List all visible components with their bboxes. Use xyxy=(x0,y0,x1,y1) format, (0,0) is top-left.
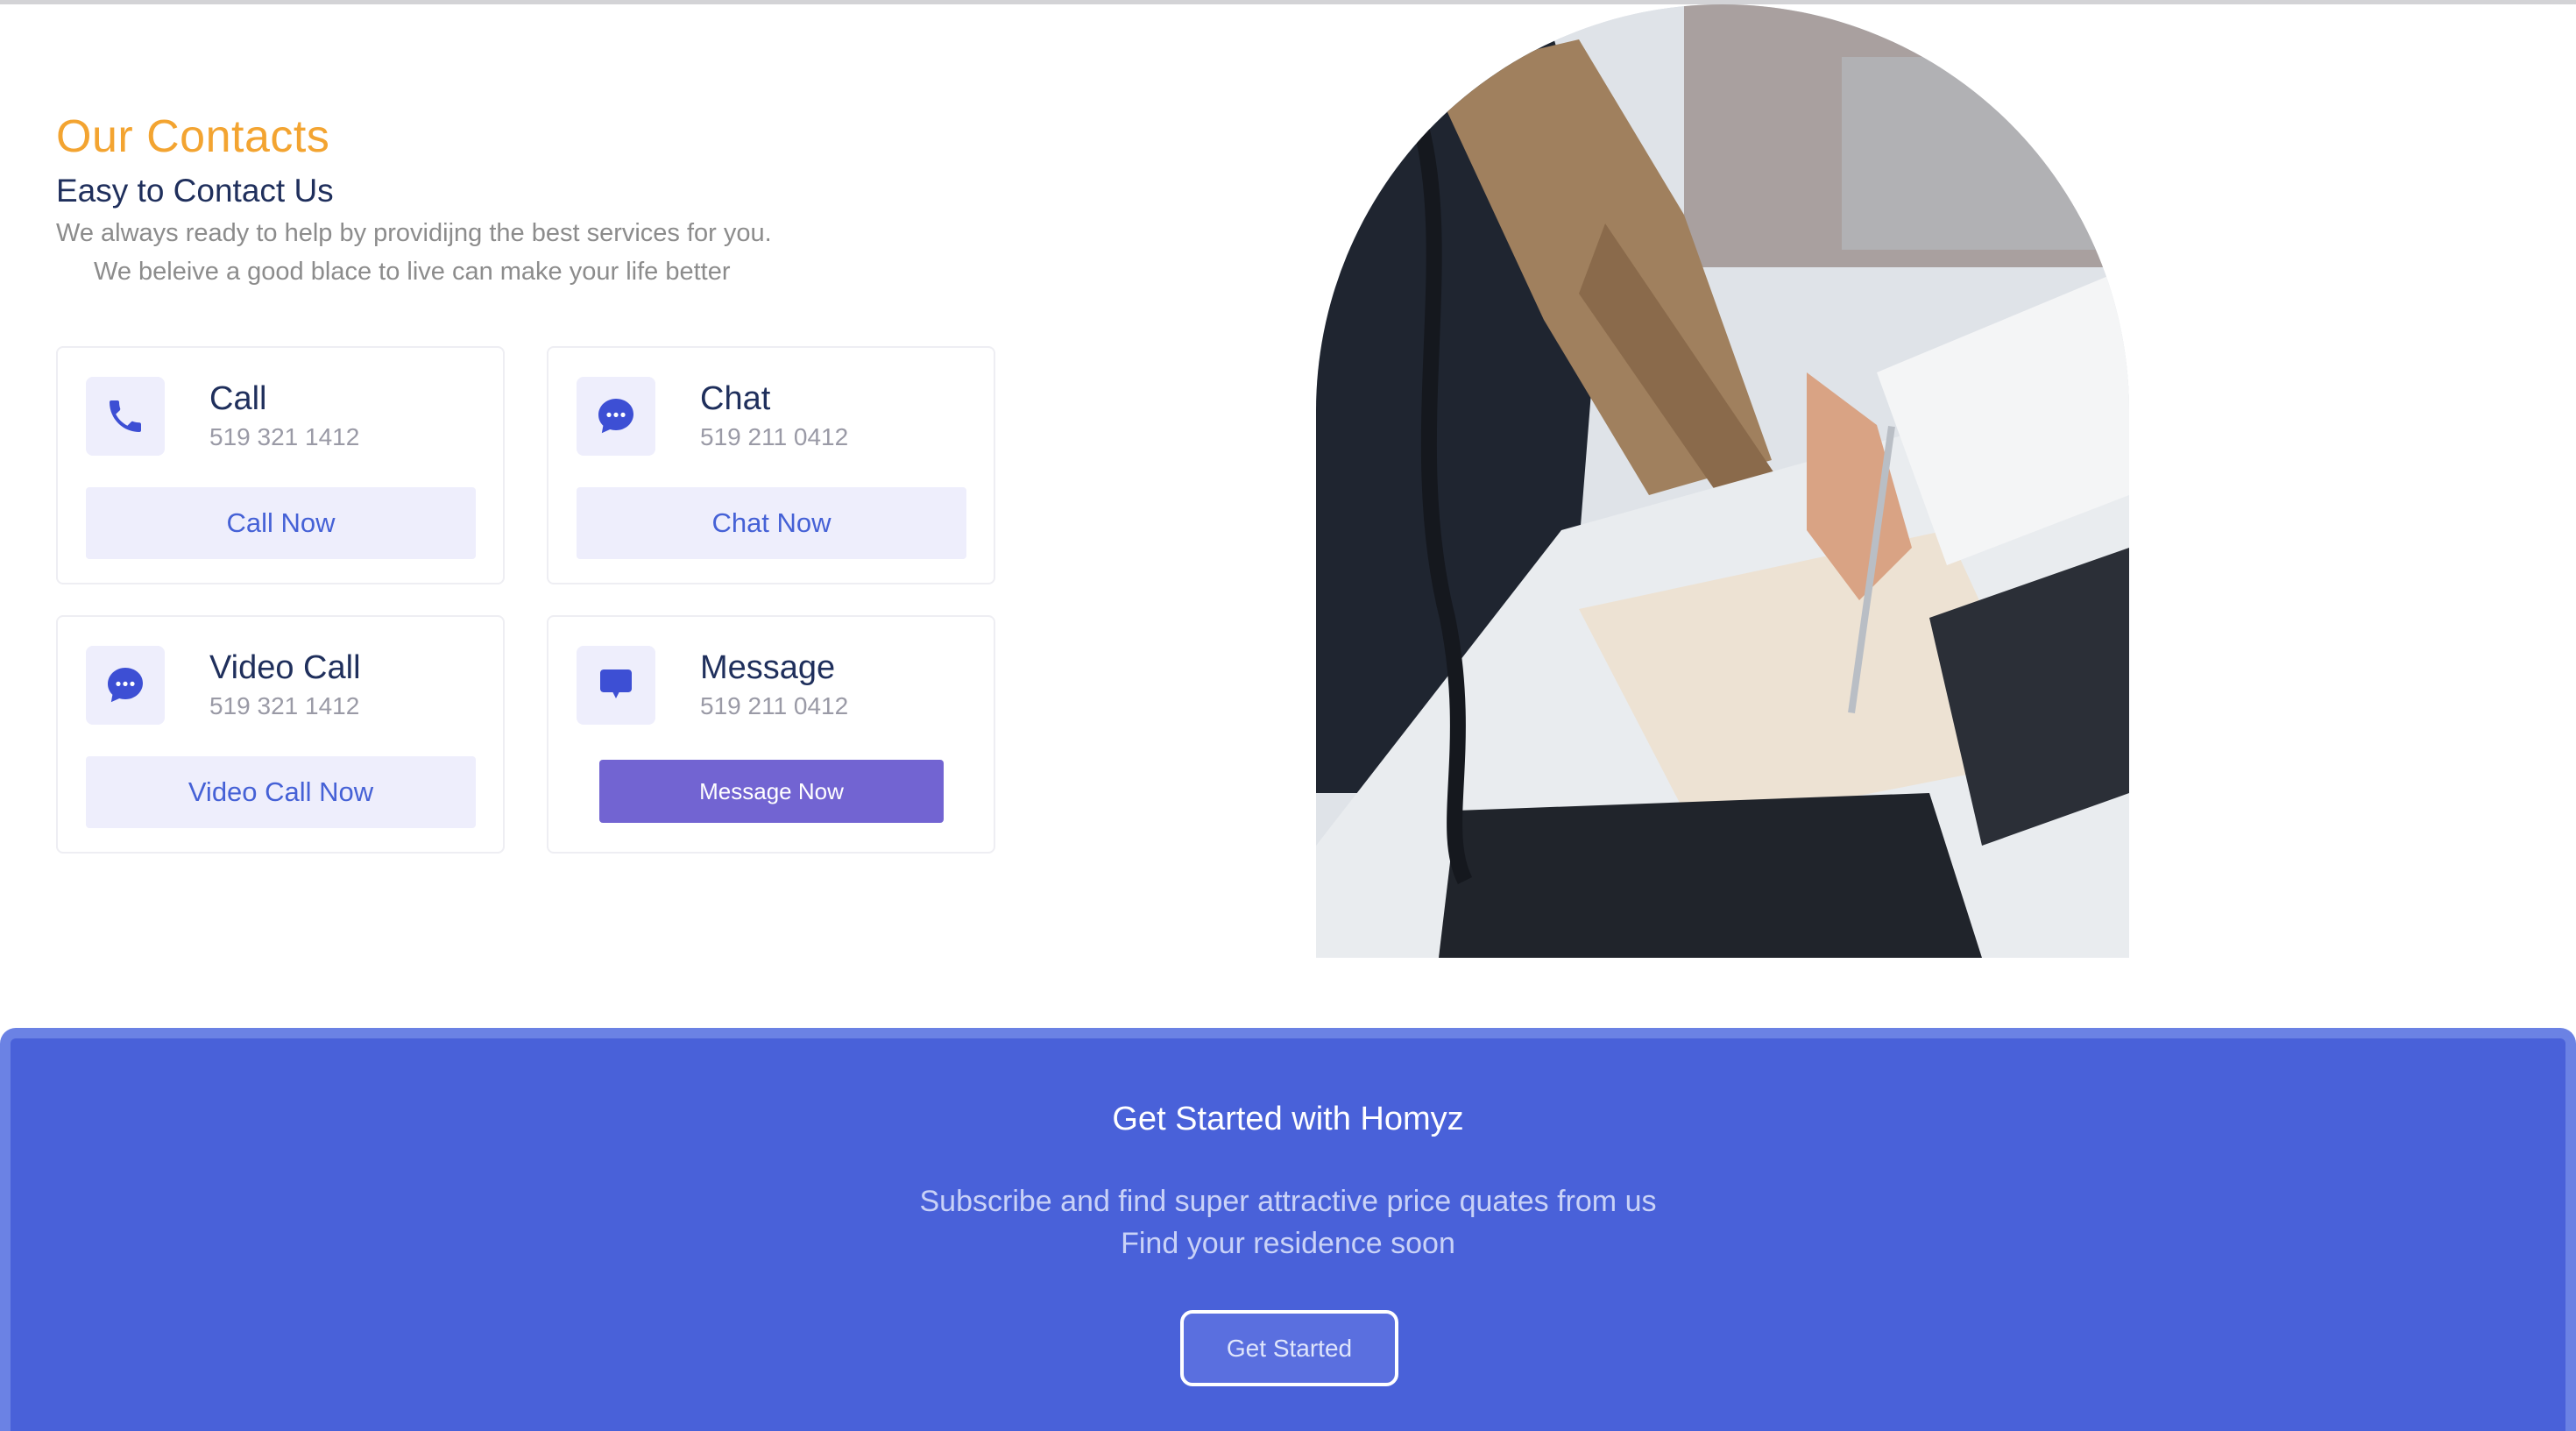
chat-card: Chat 519 211 0412 Chat Now xyxy=(547,346,995,584)
banner-description-line-1: Subscribe and find super attractive pric… xyxy=(919,1185,1657,1218)
message-card-title: Message xyxy=(700,649,836,686)
chat-card-title: Chat xyxy=(700,380,771,417)
video-call-card-title: Video Call xyxy=(209,649,361,686)
description-line-1: We always ready to help by providijng th… xyxy=(56,219,772,247)
contact-photo xyxy=(1316,4,2129,958)
person-writing-illustration xyxy=(1316,4,2129,958)
message-card-phone: 519 211 0412 xyxy=(700,692,849,719)
message-card: Message 519 211 0412 Message Now xyxy=(547,615,995,854)
video-call-now-button[interactable]: Video Call Now xyxy=(86,756,476,828)
phone-icon xyxy=(86,377,165,456)
section-title: Our Contacts xyxy=(56,111,330,162)
contacts-section: Our Contacts Easy to Contact Us We alway… xyxy=(56,105,1002,854)
section-subtitle: Easy to Contact Us xyxy=(56,173,334,209)
call-card: Call 519 321 1412 Call Now xyxy=(56,346,505,584)
video-call-card-phone: 519 321 1412 xyxy=(209,692,360,719)
banner-description-line-2: Find your residence soon xyxy=(1121,1227,1455,1260)
chat-now-button[interactable]: Chat Now xyxy=(577,487,966,559)
banner-title: Get Started with Homyz xyxy=(1112,1101,1464,1137)
chat-bubble-icon xyxy=(577,377,655,456)
message-now-button[interactable]: Message Now xyxy=(599,760,944,823)
call-now-button[interactable]: Call Now xyxy=(86,487,476,559)
message-icon xyxy=(577,646,655,725)
chat-card-phone: 519 211 0412 xyxy=(700,423,849,450)
section-description: We always ready to help by providijng th… xyxy=(56,214,1002,291)
video-call-card: Video Call 519 321 1412 Video Call Now xyxy=(56,615,505,854)
call-card-phone: 519 321 1412 xyxy=(209,423,360,450)
banner-description: Subscribe and find super attractive pric… xyxy=(11,1180,2565,1265)
chat-bubble-icon xyxy=(86,646,165,725)
top-divider xyxy=(0,0,2576,4)
get-started-banner: Get Started with Homyz Subscribe and fin… xyxy=(0,1028,2576,1431)
get-started-button[interactable]: Get Started xyxy=(1180,1310,1398,1386)
description-line-2: We beleive a good blace to live can make… xyxy=(94,258,731,286)
call-card-title: Call xyxy=(209,380,267,417)
